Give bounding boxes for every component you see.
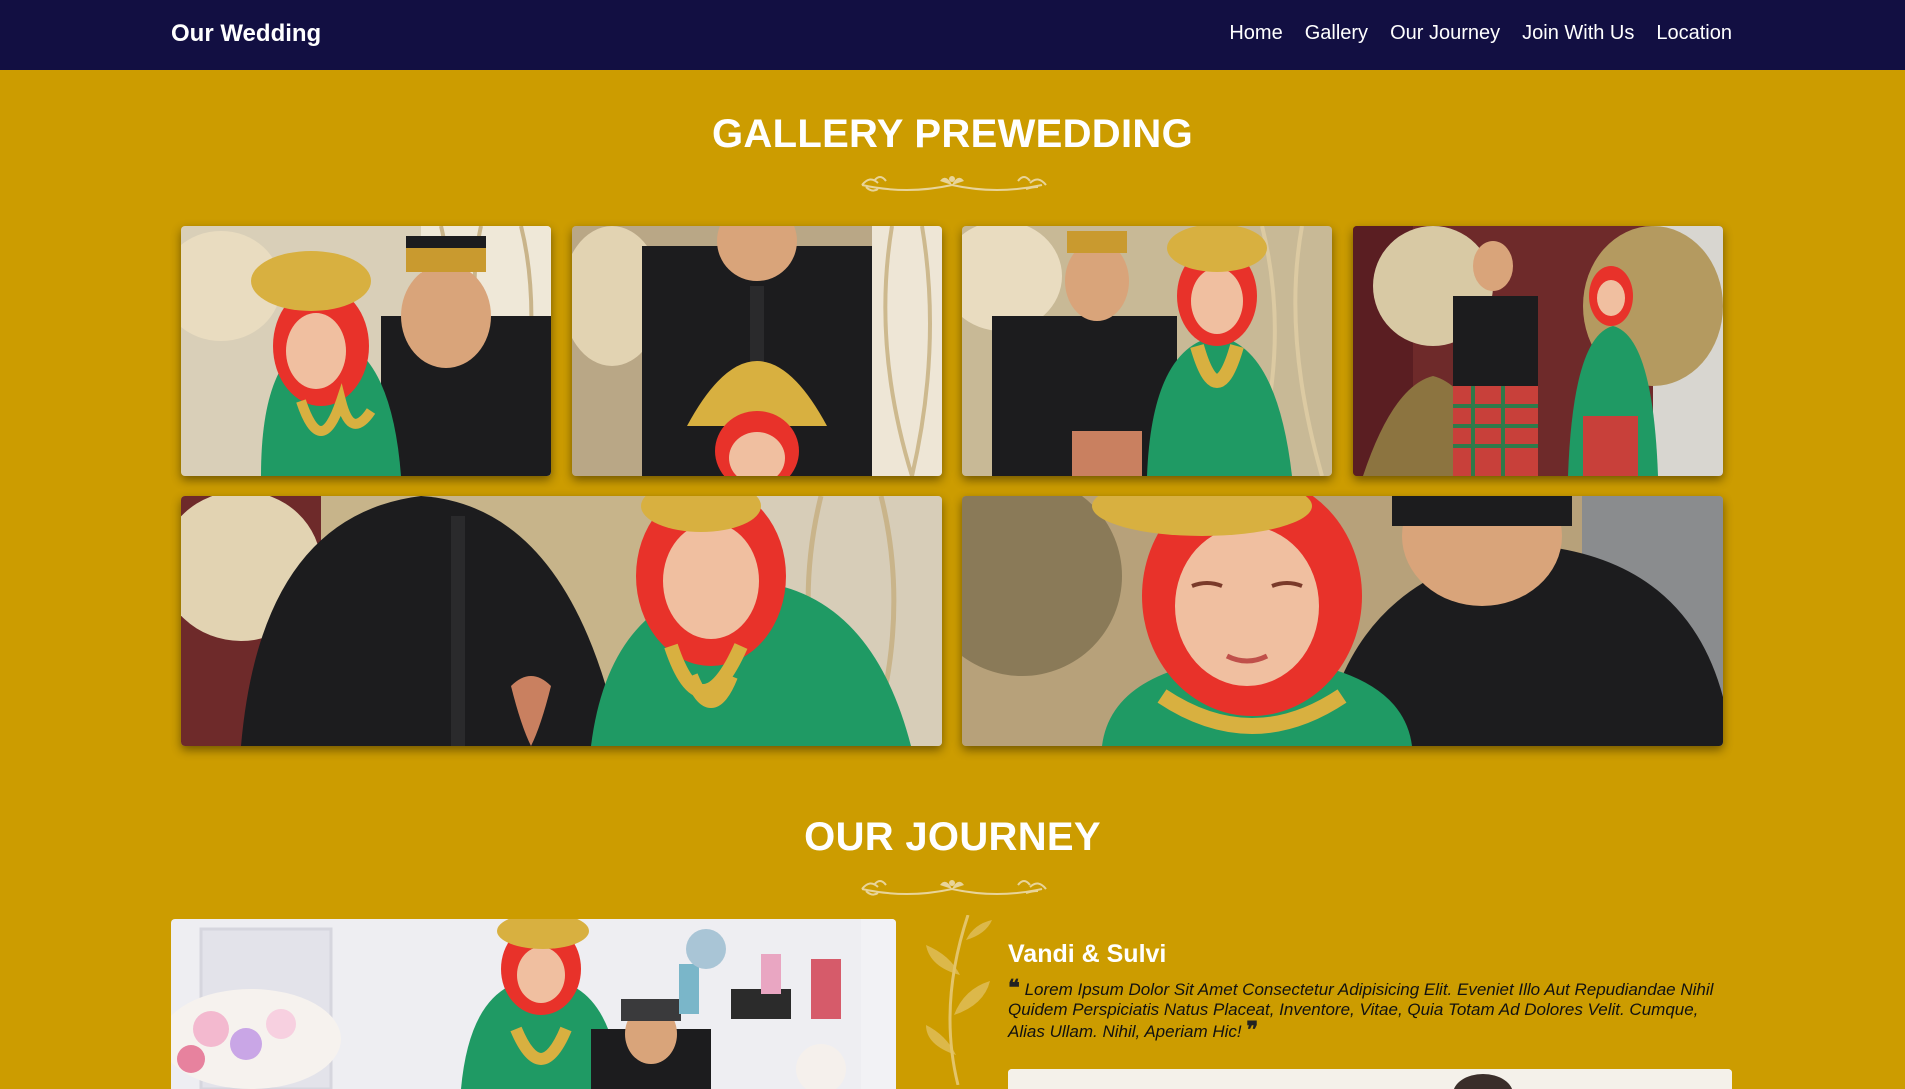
navbar: Our Wedding Home Gallery Our Journey Joi… bbox=[0, 0, 1905, 70]
gallery-photo-3[interactable] bbox=[962, 226, 1332, 476]
nav-link-gallery[interactable]: Gallery bbox=[1305, 22, 1368, 45]
gallery-title: GALLERY PREWEDDING bbox=[712, 112, 1193, 156]
floral-divider-icon bbox=[861, 880, 1047, 896]
leaf-branch-icon bbox=[926, 915, 992, 1085]
nav-link-our-journey[interactable]: Our Journey bbox=[1390, 22, 1500, 45]
nav-links: Home Gallery Our Journey Join With Us Lo… bbox=[1229, 22, 1732, 45]
nav-link-join-with-us[interactable]: Join With Us bbox=[1522, 22, 1634, 45]
brand-logo[interactable]: Our Wedding bbox=[171, 20, 321, 48]
gallery-photo-5[interactable] bbox=[181, 496, 942, 746]
nav-link-location[interactable]: Location bbox=[1656, 22, 1732, 45]
nav-link-home[interactable]: Home bbox=[1229, 22, 1282, 45]
gallery-photo-1[interactable] bbox=[181, 226, 551, 476]
gallery-photo-6[interactable] bbox=[962, 496, 1723, 746]
journey-quote-text: Lorem Ipsum Dolor Sit Amet Consectetur A… bbox=[1008, 980, 1714, 1041]
journey-photo bbox=[171, 919, 896, 1089]
couple-name: Vandi & Sulvi bbox=[1008, 940, 1167, 968]
journey-card-photo bbox=[1008, 1069, 1732, 1089]
gallery-photo-4[interactable] bbox=[1353, 226, 1723, 476]
gallery-photo-2[interactable] bbox=[572, 226, 942, 476]
quote-open-icon: ❝ bbox=[1008, 975, 1020, 1001]
journey-quote: ❝ Lorem Ipsum Dolor Sit Amet Consectetur… bbox=[1008, 975, 1736, 1043]
journey-title: OUR JOURNEY bbox=[804, 815, 1101, 859]
quote-close-icon: ❞ bbox=[1246, 1017, 1259, 1043]
floral-divider-icon bbox=[861, 176, 1047, 192]
